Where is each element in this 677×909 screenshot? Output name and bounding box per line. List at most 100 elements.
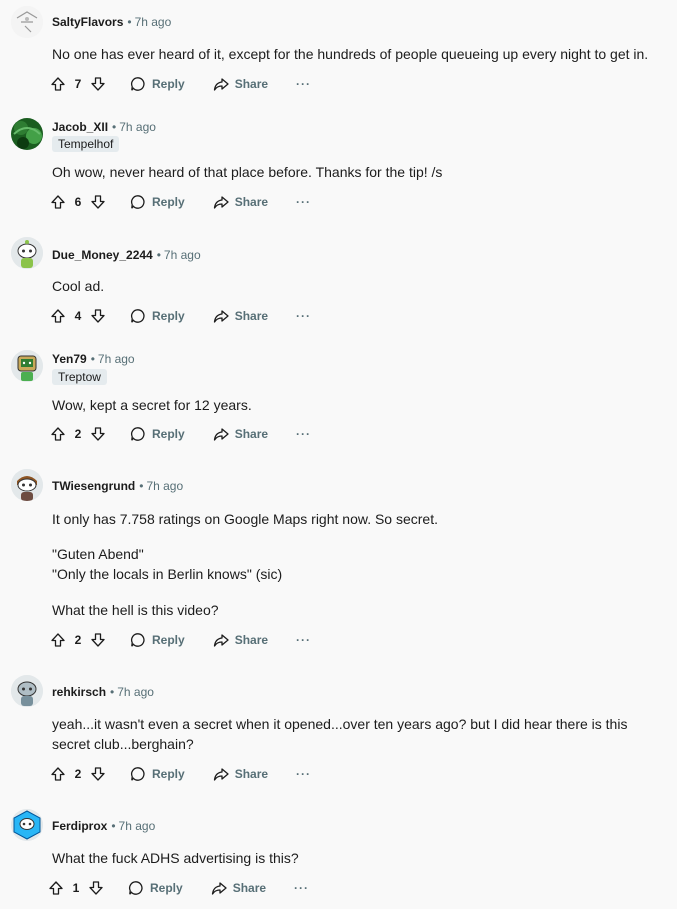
share-label: Share — [234, 77, 269, 91]
comment-text: Oh wow, never heard of that place before… — [52, 164, 443, 180]
more-options-button[interactable]: ··· — [296, 195, 311, 209]
share-icon — [213, 196, 229, 209]
share-label: Share — [234, 195, 269, 209]
avatar-sketch-icon — [11, 6, 43, 38]
reply-label: Reply — [152, 77, 185, 91]
username[interactable]: Yen79 — [52, 352, 87, 366]
comment-text: "Guten Abend" — [52, 546, 144, 562]
comment-text: What the hell is this video? — [52, 602, 219, 618]
share-button[interactable]: Share — [213, 422, 268, 446]
comment-text: Wow, kept a secret for 12 years. — [52, 397, 252, 413]
avatar[interactable] — [11, 350, 43, 382]
upvote-icon[interactable] — [46, 190, 70, 214]
downvote-icon[interactable] — [86, 762, 110, 786]
share-button[interactable]: Share — [211, 876, 266, 900]
upvote-icon[interactable] — [46, 628, 70, 652]
avatar[interactable] — [11, 237, 43, 269]
share-button[interactable]: Share — [213, 628, 268, 652]
reply-label: Reply — [152, 427, 185, 441]
comment-actions: 2 Reply Share ··· — [46, 422, 311, 446]
avatar[interactable] — [11, 809, 43, 841]
avatar[interactable] — [11, 6, 43, 38]
more-options-button[interactable]: ··· — [296, 309, 311, 323]
upvote-icon[interactable] — [44, 876, 68, 900]
separator-dot: • — [156, 248, 161, 262]
timestamp[interactable]: 7h ago — [98, 352, 135, 366]
downvote-icon[interactable] — [86, 422, 110, 446]
reply-label: Reply — [152, 195, 185, 209]
upvote-icon[interactable] — [46, 422, 70, 446]
more-options-button[interactable]: ··· — [296, 77, 311, 91]
avatar-green-pattern-icon — [11, 118, 43, 150]
upvote-icon[interactable] — [46, 762, 70, 786]
more-options-button[interactable]: ··· — [294, 881, 309, 895]
avatar[interactable] — [11, 118, 43, 150]
avatar[interactable] — [11, 675, 43, 707]
timestamp[interactable]: 7h ago — [146, 479, 183, 493]
timestamp[interactable]: 7h ago — [135, 15, 172, 29]
timestamp[interactable]: 7h ago — [117, 685, 154, 699]
vote-score: 1 — [72, 881, 80, 895]
timestamp[interactable]: 7h ago — [119, 819, 156, 833]
vote-score: 2 — [74, 767, 82, 781]
share-label: Share — [232, 881, 267, 895]
reply-button[interactable]: Reply — [130, 304, 185, 328]
reply-button[interactable]: Reply — [130, 72, 185, 96]
downvote-icon[interactable] — [86, 628, 110, 652]
avatar[interactable] — [11, 469, 43, 501]
avatar-snoo-robot-icon — [11, 350, 43, 382]
share-button[interactable]: Share — [213, 72, 268, 96]
upvote-icon[interactable] — [46, 304, 70, 328]
separator-dot: • — [127, 15, 132, 29]
user-flair: Treptow — [52, 369, 107, 385]
share-label: Share — [234, 427, 269, 441]
comment-text: yeah...it wasn't even a secret when it o… — [52, 716, 628, 752]
vote-score: 2 — [74, 633, 82, 647]
share-button[interactable]: Share — [213, 762, 268, 786]
downvote-icon[interactable] — [84, 876, 108, 900]
vote-group: 1 — [44, 876, 108, 900]
username[interactable]: Jacob_XII — [52, 120, 108, 134]
reply-button[interactable]: Reply — [130, 422, 185, 446]
username[interactable]: TWiesengrund — [52, 479, 135, 493]
vote-group: 2 — [46, 422, 110, 446]
share-label: Share — [234, 309, 269, 323]
downvote-icon[interactable] — [86, 190, 110, 214]
reply-icon — [131, 427, 145, 441]
username[interactable]: rehkirsch — [52, 685, 106, 699]
downvote-icon[interactable] — [86, 72, 110, 96]
avatar-snoo-green-icon — [11, 237, 43, 269]
reply-button[interactable]: Reply — [130, 190, 185, 214]
reply-icon — [131, 309, 145, 323]
username[interactable]: SaltyFlavors — [52, 15, 123, 29]
comment-body: No one has ever heard of it, except for … — [52, 44, 667, 64]
vote-group: 2 — [46, 762, 110, 786]
reply-button[interactable]: Reply — [130, 628, 185, 652]
timestamp[interactable]: 7h ago — [119, 120, 156, 134]
comment-meta: Ferdiprox • 7h ago — [52, 819, 155, 833]
vote-group: 2 — [46, 628, 110, 652]
vote-score: 7 — [74, 77, 82, 91]
more-options-button[interactable]: ··· — [296, 427, 311, 441]
vote-group: 7 — [46, 72, 110, 96]
comment-body: Wow, kept a secret for 12 years. — [52, 395, 667, 415]
username[interactable]: Due_Money_2244 — [52, 248, 153, 262]
reply-icon — [131, 767, 145, 781]
upvote-icon[interactable] — [46, 72, 70, 96]
share-button[interactable]: Share — [213, 304, 268, 328]
comment-meta: Due_Money_2244 • 7h ago — [52, 248, 201, 262]
timestamp[interactable]: 7h ago — [164, 248, 201, 262]
share-button[interactable]: Share — [213, 190, 268, 214]
separator-dot: • — [112, 120, 117, 134]
more-options-button[interactable]: ··· — [296, 633, 311, 647]
user-flair: Tempelhof — [52, 136, 120, 152]
reply-button[interactable]: Reply — [128, 876, 183, 900]
reply-button[interactable]: Reply — [130, 762, 185, 786]
vote-group: 4 — [46, 304, 110, 328]
downvote-icon[interactable] — [86, 304, 110, 328]
more-options-button[interactable]: ··· — [296, 767, 311, 781]
comment-text: Cool ad. — [52, 278, 105, 294]
avatar-snoo-blue-icon — [11, 809, 43, 841]
comment-meta: SaltyFlavors • 7h ago — [52, 15, 171, 29]
username[interactable]: Ferdiprox — [52, 819, 107, 833]
